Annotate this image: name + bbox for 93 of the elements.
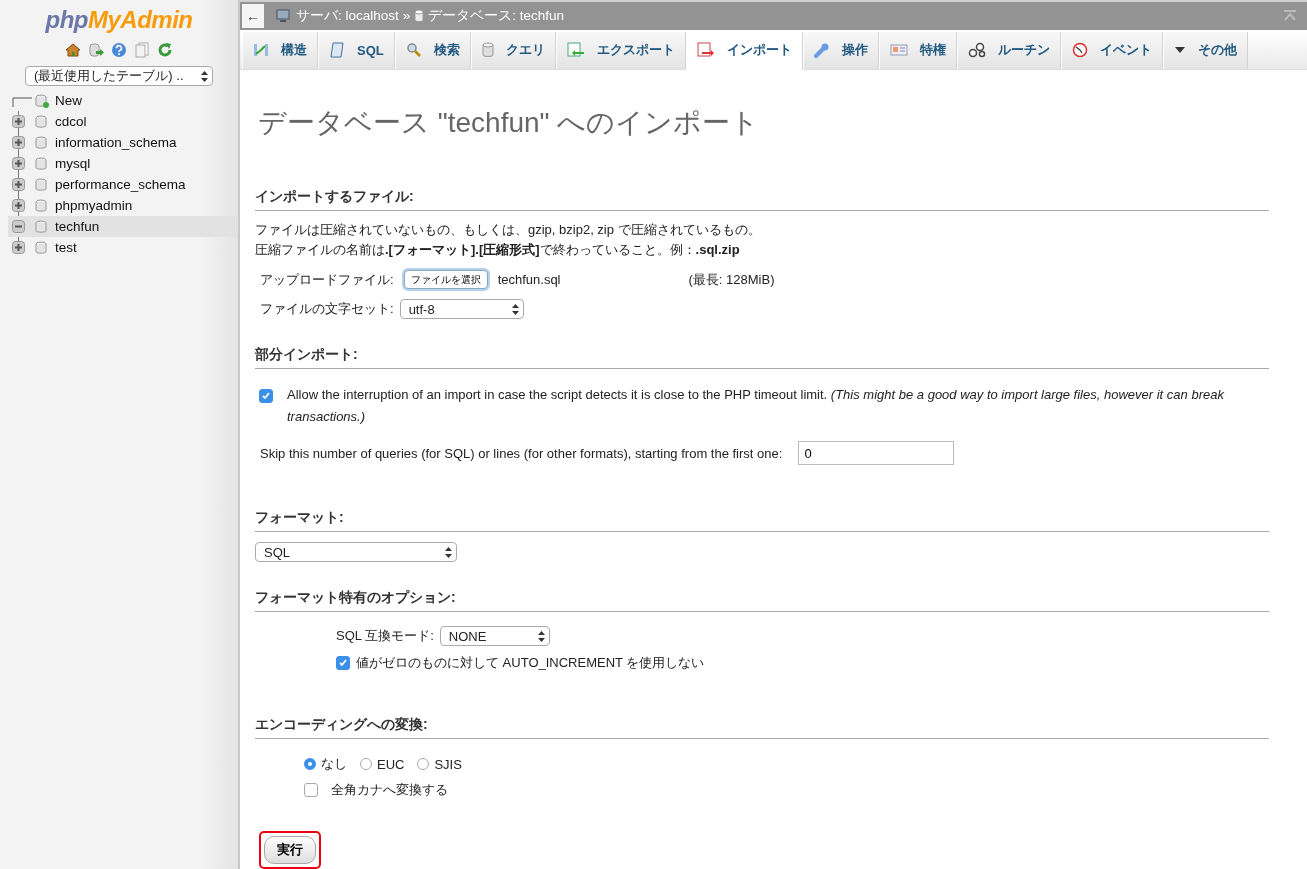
radio-button[interactable] — [304, 758, 316, 770]
table-arrow-icon — [566, 42, 585, 59]
database-name[interactable]: mysql — [55, 156, 91, 171]
id-card-icon — [889, 43, 908, 58]
tab[interactable]: その他 — [1162, 31, 1248, 69]
section-heading: インポートするファイル: — [255, 188, 1269, 211]
page-title: データベース "techfun" へのインポート — [258, 106, 761, 140]
search-icon — [405, 42, 422, 59]
expand-icon[interactable] — [12, 199, 25, 212]
description-text: ファイルは圧縮されていないもの、もしくは、gzip, bzip2, zip で圧縮されているもの。 — [255, 221, 762, 239]
field-label: ファイルの文字セット: — [260, 300, 394, 318]
checkbox[interactable] — [259, 389, 273, 403]
collapse-icon[interactable] — [12, 220, 25, 233]
table-arrow-icon — [696, 42, 715, 59]
database-icon — [35, 156, 49, 171]
database-name[interactable]: cdcol — [55, 114, 87, 129]
section-heading: フォーマット: — [255, 509, 1269, 532]
tab[interactable]: SQL — [318, 31, 395, 69]
updown-arrows-icon — [537, 630, 545, 642]
database-icon — [35, 219, 49, 234]
tab[interactable]: イベント — [1060, 31, 1163, 69]
database-icon — [35, 177, 49, 192]
updown-arrows-icon — [201, 70, 208, 82]
home-icon[interactable] — [65, 42, 81, 58]
expand-icon[interactable] — [12, 115, 25, 128]
checkbox[interactable] — [336, 656, 350, 670]
choose-file-button[interactable]: ファイルを選択 — [403, 270, 488, 289]
section-heading: フォーマット特有のオプション: — [255, 589, 1269, 612]
database-arrow-icon[interactable] — [88, 42, 104, 58]
checkbox-label: Allow the interruption of an import in case the script detects it is close to the PHP timeout limit. (This might be a good way to import large files, however it can break transactions.) — [287, 386, 1225, 426]
database-name[interactable]: New — [55, 93, 82, 108]
documents-icon[interactable] — [134, 42, 150, 58]
tab[interactable]: 構造 — [242, 31, 318, 69]
radio-label: SJIS — [434, 756, 462, 772]
database-icon — [414, 8, 425, 23]
compat-mode-select[interactable]: NONE — [439, 626, 550, 646]
tab[interactable]: ルーチン — [956, 31, 1061, 69]
wrench-icon — [813, 42, 830, 59]
skip-queries-input[interactable]: 0 — [798, 441, 955, 465]
radio-label: なし — [321, 755, 347, 773]
database-name[interactable]: phpmyadmin — [55, 198, 133, 213]
tab[interactable]: インポート — [685, 31, 803, 70]
description-text: 圧縮ファイルの名前は.[フォーマット].[圧縮形式]で終わっていること。例：.sql.zip — [255, 241, 741, 259]
database-icon — [35, 114, 49, 129]
field-label: Skip this number of queries (for SQL) or lines (for other formats), starting from the first one: — [260, 445, 783, 461]
execute-button[interactable]: 実行 — [264, 836, 316, 864]
expand-icon[interactable] — [12, 136, 25, 149]
expand-icon[interactable] — [12, 241, 25, 254]
expand-icon[interactable] — [12, 157, 25, 170]
help-icon[interactable] — [111, 42, 127, 58]
charset-select[interactable]: utf-8 — [399, 299, 524, 319]
structure-icon — [253, 42, 269, 59]
tab[interactable]: エクスポート — [555, 31, 686, 69]
tab[interactable]: クエリ — [470, 31, 556, 69]
section-heading: エンコーディングへの変換: — [255, 716, 1269, 739]
tab[interactable]: 検索 — [394, 31, 471, 69]
database-name[interactable]: performance_schema — [55, 177, 186, 192]
database-name[interactable]: techfun — [55, 219, 100, 234]
database-name[interactable]: test — [55, 240, 77, 255]
format-select[interactable]: SQL — [255, 542, 457, 562]
radio-button[interactable] — [360, 758, 372, 770]
tree-line-icon — [12, 94, 32, 107]
database-icon — [35, 198, 49, 213]
field-label: アップロードファイル: — [260, 270, 394, 289]
scroll-icon — [329, 42, 345, 59]
recent-tables-select[interactable]: (最近使用したテーブル) .. — [25, 66, 213, 86]
gears-icon — [967, 42, 986, 59]
refresh-icon[interactable] — [157, 42, 173, 58]
server-icon — [276, 8, 292, 23]
file-name: techfun.sql — [497, 272, 561, 287]
database-icon — [481, 42, 494, 59]
tab[interactable]: 操作 — [802, 31, 879, 69]
section-heading: 部分インポート: — [255, 346, 1269, 369]
radio-button[interactable] — [417, 758, 430, 770]
breadcrumb-separator: » — [402, 8, 411, 24]
checkbox-label: 値がゼロのものに対して AUTO_INCREMENT を使用しない — [356, 654, 705, 672]
radio-label: EUC — [377, 756, 405, 772]
updown-arrows-icon — [445, 546, 452, 558]
clock-icon — [1071, 42, 1088, 59]
database-icon — [35, 240, 49, 255]
database-name[interactable]: information_schema — [55, 135, 177, 150]
updown-arrows-icon — [511, 303, 519, 315]
checkbox-label: 全角カナへ変換する — [331, 781, 448, 799]
max-size-text: (最長: 128MiB) — [688, 270, 775, 289]
logo[interactable]: phpMyAdmin — [0, 0, 238, 34]
selected-tree-row[interactable]: techfun — [8, 216, 238, 237]
expand-icon[interactable] — [12, 178, 25, 191]
checkbox[interactable] — [304, 783, 318, 797]
database-plus-icon — [35, 93, 49, 108]
collapse-sidebar-button[interactable]: ← — [242, 3, 264, 28]
tab[interactable]: 特権 — [878, 31, 957, 69]
database-icon — [35, 135, 49, 150]
field-label: SQL 互換モード: — [336, 627, 434, 645]
